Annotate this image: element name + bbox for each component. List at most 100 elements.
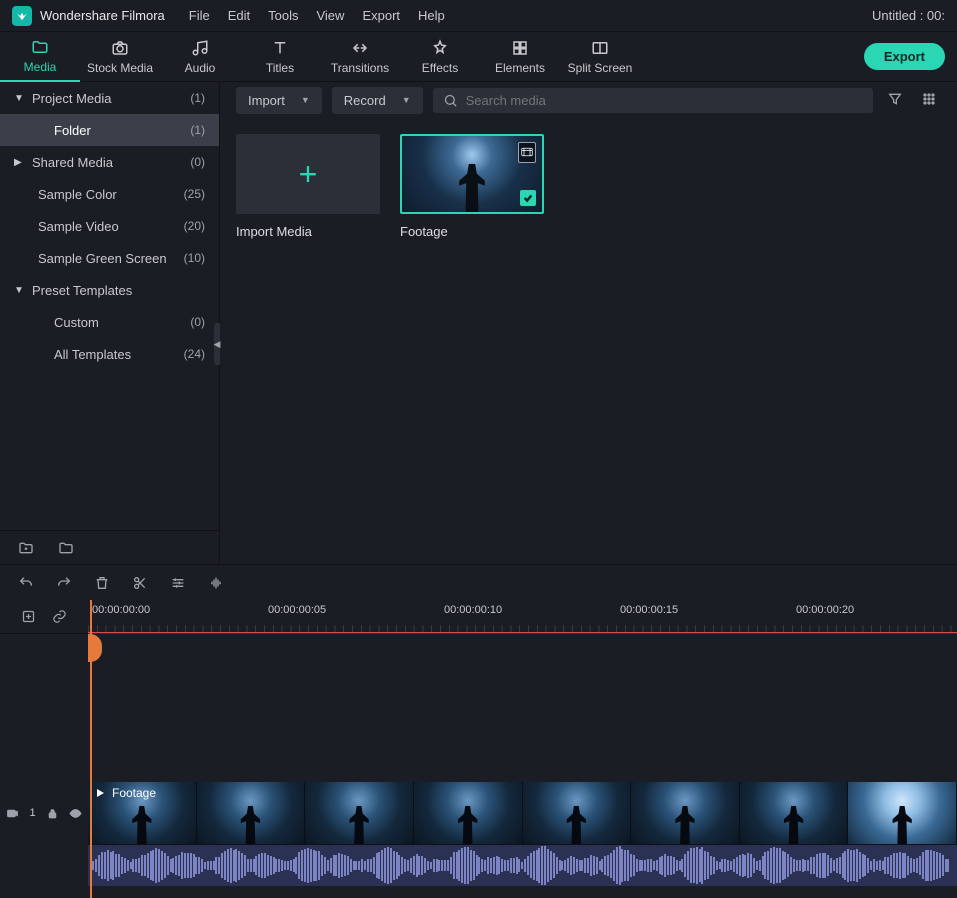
redo-icon[interactable] <box>56 575 72 591</box>
record-dropdown[interactable]: Record ▼ <box>332 87 423 114</box>
tab-stock-label: Stock Media <box>87 61 153 75</box>
sidebar-sample-video[interactable]: Sample Video (20) <box>0 210 219 242</box>
menu-help[interactable]: Help <box>418 8 445 23</box>
export-button[interactable]: Export <box>864 43 945 70</box>
audio-adjust-icon[interactable] <box>208 575 224 591</box>
sidebar-preset-templates[interactable]: ▼ Preset Templates <box>0 274 219 306</box>
sidebar-all-templates[interactable]: All Templates (24) <box>0 338 219 370</box>
tab-effects[interactable]: Effects <box>400 32 480 82</box>
tab-audio[interactable]: Audio <box>160 32 240 82</box>
play-icon <box>94 787 106 799</box>
sidebar-project-media-count: (1) <box>190 91 205 105</box>
import-media-thumb[interactable]: + <box>236 134 380 214</box>
tab-elements-label: Elements <box>495 61 545 75</box>
adjust-icon[interactable] <box>170 575 186 591</box>
app-name: Wondershare Filmora <box>40 8 165 23</box>
menu-edit[interactable]: Edit <box>228 8 250 23</box>
sidebar-sample-color[interactable]: Sample Color (25) <box>0 178 219 210</box>
tab-elements[interactable]: Elements <box>480 32 560 82</box>
folder-icon[interactable] <box>58 540 74 556</box>
video-track-header[interactable]: 1 <box>0 782 88 844</box>
sidebar-shared-media-count: (0) <box>190 155 205 169</box>
music-note-icon <box>191 39 209 57</box>
timeline-left-gutter: 1 <box>0 600 88 898</box>
footage-silhouette <box>456 164 488 212</box>
tab-transitions-label: Transitions <box>331 61 389 75</box>
menu-view[interactable]: View <box>316 8 344 23</box>
folder-icon <box>31 38 49 56</box>
sidebar-sample-color-label: Sample Color <box>38 187 184 202</box>
search-media-box[interactable] <box>433 88 873 113</box>
search-media-input[interactable] <box>466 93 863 108</box>
menu-export[interactable]: Export <box>362 8 400 23</box>
tab-stock-media[interactable]: Stock Media <box>80 32 160 82</box>
timeline-ruler[interactable]: 00:00:00:00 00:00:00:05 00:00:00:10 00:0… <box>88 600 957 634</box>
audio-waveform <box>88 845 957 886</box>
sidebar-folder[interactable]: Folder (1) <box>0 114 219 146</box>
ruler-mark-1: 00:00:00:05 <box>268 604 326 616</box>
media-grid: + Import Media Footage <box>220 118 957 255</box>
sidebar-shared-media[interactable]: ▶ Shared Media (0) <box>0 146 219 178</box>
clip-name: Footage <box>112 786 156 800</box>
sidebar-all-templates-count: (24) <box>184 347 205 361</box>
video-track-icon <box>6 807 19 820</box>
sidebar-shared-media-label: Shared Media <box>32 155 190 170</box>
menu-file[interactable]: File <box>189 8 210 23</box>
menu-tools[interactable]: Tools <box>268 8 298 23</box>
split-screen-icon <box>591 39 609 57</box>
media-content: ◀ Import ▼ Record ▼ <box>220 82 957 564</box>
titlebar: Wondershare Filmora File Edit Tools View… <box>0 0 957 32</box>
view-grid-button[interactable] <box>917 87 941 114</box>
footage-tile[interactable]: Footage <box>400 134 544 239</box>
ruler-mark-2: 00:00:00:10 <box>444 604 502 616</box>
sidebar-collapse-handle[interactable]: ◀ <box>214 323 220 365</box>
import-media-tile[interactable]: + Import Media <box>236 134 380 239</box>
add-track-icon[interactable] <box>21 609 36 624</box>
tab-transitions[interactable]: Transitions <box>320 32 400 82</box>
chevron-down-icon: ▼ <box>14 285 24 296</box>
import-dropdown[interactable]: Import ▼ <box>236 87 322 114</box>
main-menu: File Edit Tools View Export Help <box>189 8 445 23</box>
video-track-1[interactable]: Footage <box>88 782 957 844</box>
filter-button[interactable] <box>883 87 907 114</box>
video-clip-footage[interactable]: Footage <box>88 782 957 844</box>
camera-icon <box>111 39 129 57</box>
undo-icon[interactable] <box>18 575 34 591</box>
sidebar-sample-video-label: Sample Video <box>38 219 184 234</box>
sidebar-project-media[interactable]: ▼ Project Media (1) <box>0 82 219 114</box>
tab-split-screen[interactable]: Split Screen <box>560 32 640 82</box>
split-icon[interactable] <box>132 575 148 591</box>
link-icon[interactable] <box>52 609 67 624</box>
ruler-baseline <box>88 632 957 633</box>
delete-icon[interactable] <box>94 575 110 591</box>
sidebar-footer <box>0 530 219 564</box>
timeline-head-controls <box>0 600 88 634</box>
audio-track-1[interactable] <box>88 844 957 886</box>
sidebar-custom[interactable]: Custom (0) <box>0 306 219 338</box>
footage-thumb[interactable] <box>400 134 544 214</box>
transitions-icon <box>351 39 369 57</box>
tab-split-label: Split Screen <box>568 61 633 75</box>
lock-icon[interactable] <box>46 807 59 820</box>
sidebar-all-templates-label: All Templates <box>54 347 184 362</box>
ruler-mark-4: 00:00:00:20 <box>796 604 854 616</box>
sidebar-project-media-label: Project Media <box>32 91 190 106</box>
timeline-empty-area[interactable] <box>88 634 957 782</box>
tab-titles[interactable]: Titles <box>240 32 320 82</box>
timeline-body[interactable]: 00:00:00:00 00:00:00:05 00:00:00:10 00:0… <box>88 600 957 898</box>
tab-titles-label: Titles <box>266 61 294 75</box>
plus-icon: + <box>299 156 318 193</box>
eye-icon[interactable] <box>69 807 82 820</box>
tool-tabs: Media Stock Media Audio Titles Transitio… <box>0 32 957 82</box>
chevron-down-icon: ▼ <box>402 95 411 105</box>
audio-track-header[interactable] <box>0 844 88 886</box>
sidebar-custom-label: Custom <box>54 315 190 330</box>
sidebar-sample-green[interactable]: Sample Green Screen (10) <box>0 242 219 274</box>
selected-check-icon <box>520 190 536 206</box>
effects-icon <box>431 39 449 57</box>
text-icon <box>271 39 289 57</box>
sidebar-custom-count: (0) <box>190 315 205 329</box>
tab-media[interactable]: Media <box>0 32 80 82</box>
grid-icon <box>921 91 937 107</box>
new-folder-plus-icon[interactable] <box>18 540 34 556</box>
